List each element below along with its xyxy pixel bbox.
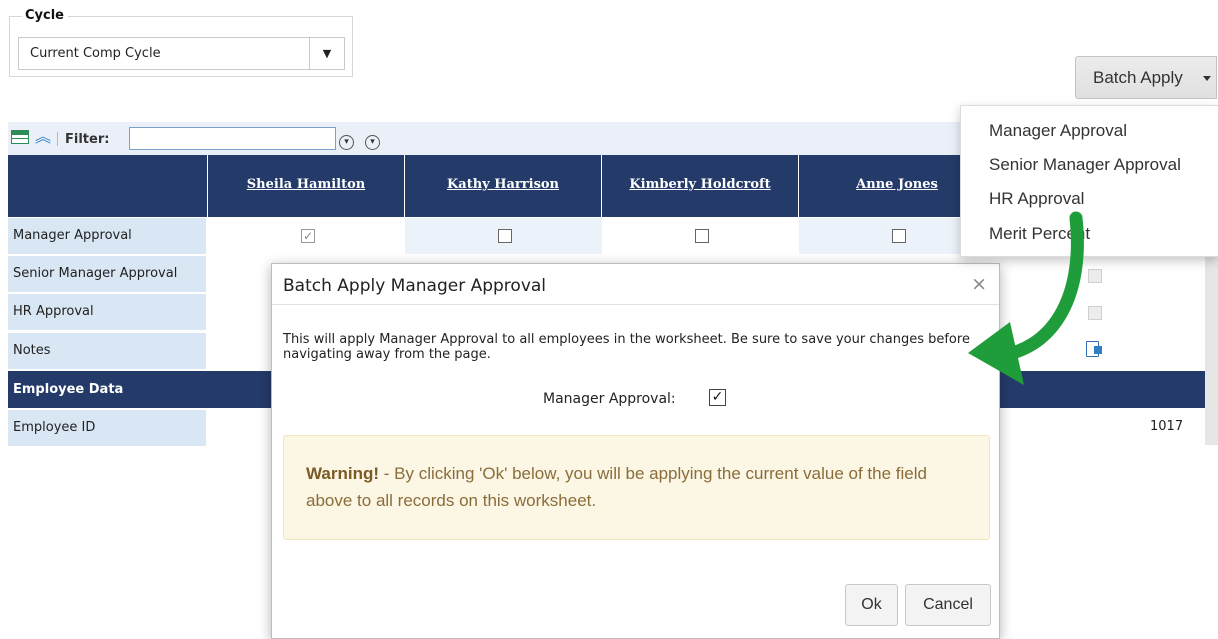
- row-label-manager-approval: Manager Approval: [8, 218, 206, 254]
- row-label-hr-approval: HR Approval: [8, 294, 206, 330]
- section-title: Employee Data: [13, 382, 124, 397]
- hr-approval-checkbox[interactable]: [1088, 306, 1102, 320]
- row-label-notes: Notes: [8, 333, 206, 369]
- collapse-up-icon[interactable]: ︽: [35, 127, 51, 147]
- manager-approval-checkbox[interactable]: [892, 229, 906, 243]
- batch-apply-button[interactable]: Batch Apply: [1075, 56, 1217, 99]
- employee-name-link[interactable]: Sheila Hamilton: [208, 155, 404, 192]
- manager-approval-cell: [405, 218, 602, 254]
- manager-approval-cell: ✓: [208, 218, 405, 254]
- manager-approval-checkbox[interactable]: [498, 229, 512, 243]
- filter-down-icon[interactable]: ▾: [339, 135, 354, 150]
- row-label-senior-manager-approval: Senior Manager Approval: [8, 256, 206, 292]
- edit-notes-icon[interactable]: [1086, 341, 1102, 357]
- filter-label: Filter:: [65, 132, 110, 147]
- cycle-legend: Cycle: [22, 8, 68, 23]
- menu-item-manager-approval[interactable]: Manager Approval: [989, 119, 1127, 143]
- grid-header-corner: [8, 155, 208, 217]
- dialog-title: Batch Apply Manager Approval: [283, 276, 547, 296]
- caret-down-icon: [1203, 76, 1211, 81]
- close-icon[interactable]: ×: [971, 273, 987, 295]
- batch-apply-label: Batch Apply: [1093, 68, 1183, 87]
- manager-approval-checkbox[interactable]: ✓: [301, 229, 315, 243]
- warning-message: - By clicking 'Ok' below, you will be ap…: [306, 464, 927, 510]
- menu-item-hr-approval[interactable]: HR Approval: [989, 187, 1084, 211]
- warning-strong: Warning!: [306, 464, 380, 483]
- chevron-down-icon[interactable]: ▼: [309, 38, 344, 69]
- batch-apply-dialog: Batch Apply Manager Approval × This will…: [271, 263, 1000, 639]
- column-header[interactable]: Kathy Harrison: [405, 155, 602, 217]
- toolbar-divider: [57, 132, 58, 146]
- filter-clear-icon[interactable]: ▾: [365, 135, 380, 150]
- row-label-employee-id: Employee ID: [8, 410, 206, 446]
- manager-approval-field-checkbox[interactable]: ✓: [709, 389, 726, 406]
- menu-item-senior-manager-approval[interactable]: Senior Manager Approval: [989, 153, 1181, 177]
- batch-apply-menu: Manager Approval Senior Manager Approval…: [960, 105, 1218, 257]
- cycle-select[interactable]: Current Comp Cycle ▼: [18, 37, 345, 70]
- ok-button[interactable]: Ok: [845, 584, 898, 626]
- warning-text: Warning! - By clicking 'Ok' below, you w…: [306, 460, 966, 514]
- manager-approval-field-label: Manager Approval:: [543, 391, 676, 407]
- employee-id-value: 1017: [1150, 419, 1184, 434]
- menu-item-merit-percent[interactable]: Merit Percent: [989, 222, 1090, 246]
- warning-alert: Warning! - By clicking 'Ok' below, you w…: [283, 435, 990, 540]
- dialog-divider: [272, 304, 999, 305]
- cancel-button[interactable]: Cancel: [905, 584, 991, 626]
- filter-input[interactable]: [129, 127, 336, 150]
- employee-name-link[interactable]: Kathy Harrison: [405, 155, 601, 192]
- senior-manager-approval-checkbox[interactable]: [1088, 269, 1102, 283]
- cycle-selected-value: Current Comp Cycle: [30, 46, 161, 61]
- column-header[interactable]: Kimberly Holdcroft: [602, 155, 799, 217]
- employee-name-link[interactable]: Kimberly Holdcroft: [602, 155, 798, 192]
- grid-settings-icon[interactable]: [11, 130, 29, 144]
- manager-approval-cell: [602, 218, 799, 254]
- column-header[interactable]: Sheila Hamilton: [208, 155, 405, 217]
- manager-approval-checkbox[interactable]: [695, 229, 709, 243]
- dialog-message: This will apply Manager Approval to all …: [283, 332, 970, 362]
